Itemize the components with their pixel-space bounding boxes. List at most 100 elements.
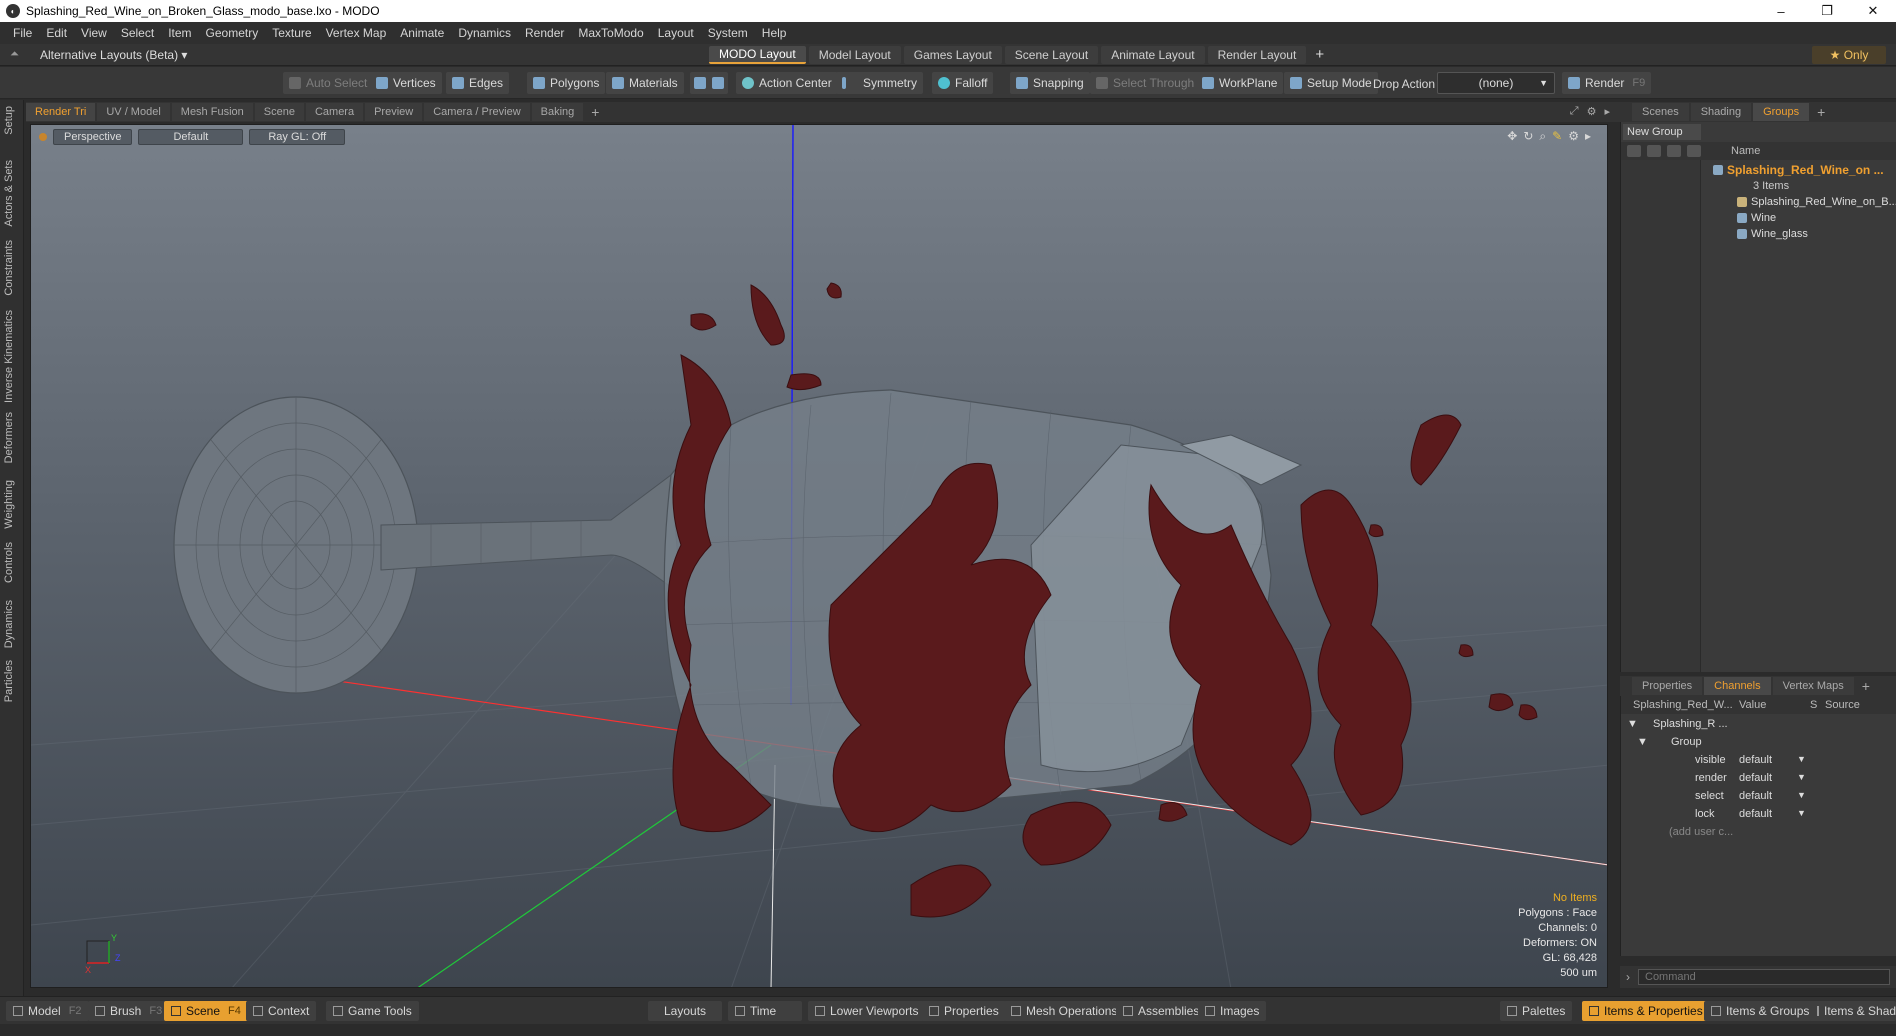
snapping-button[interactable]: Snapping [1010, 72, 1090, 94]
side-tab-dynamics[interactable]: Dynamics [3, 600, 15, 648]
falloff-button[interactable]: Falloff [932, 72, 994, 94]
tab-games-layout[interactable]: Games Layout [903, 46, 1002, 64]
side-tab-deformers[interactable]: Deformers [3, 412, 15, 463]
edges-button[interactable]: Edges [446, 72, 510, 94]
side-tab-constraints[interactable]: Constraints [3, 240, 15, 296]
add-panel-tab-button[interactable]: + [1817, 104, 1825, 120]
add-properties-tab-button[interactable]: + [1862, 678, 1870, 694]
menu-file[interactable]: File [6, 26, 39, 40]
tab-render-layout[interactable]: Render Layout [1207, 46, 1307, 64]
tab-uv-model[interactable]: UV / Model [97, 103, 170, 121]
chevron-down-icon[interactable]: ▼ [1797, 754, 1806, 764]
perspective-button[interactable]: Perspective [53, 129, 133, 145]
viewport-indicator-icon[interactable] [39, 133, 47, 141]
arrow-right-icon[interactable]: ▸ [1585, 129, 1591, 144]
add-viewport-tab-button[interactable]: + [591, 104, 599, 120]
element-mode-button[interactable] [690, 72, 728, 94]
chevron-down-icon[interactable]: ▼ [1797, 808, 1806, 818]
tab-model-layout[interactable]: Model Layout [808, 46, 901, 64]
setup-mode-button[interactable]: Setup Mode [1284, 72, 1378, 94]
action-center-button[interactable]: Action Center [736, 72, 838, 94]
menu-geometry[interactable]: Geometry [199, 26, 266, 40]
command-input[interactable] [1638, 969, 1890, 985]
restore-button[interactable]: ❐ [1804, 0, 1850, 22]
tab-baking[interactable]: Baking [531, 103, 584, 121]
select-through-button[interactable]: Select Through [1090, 72, 1201, 94]
brush-mode-button[interactable]: Brush F3 [88, 1001, 170, 1021]
menu-layout[interactable]: Layout [651, 26, 701, 40]
table-row[interactable]: lock default ▼ [1621, 806, 1896, 824]
channel-value-column[interactable]: Value [1739, 699, 1766, 711]
lock-icon[interactable] [1687, 145, 1701, 157]
time-button[interactable]: Time [728, 1001, 803, 1021]
images-button[interactable]: Images [1198, 1001, 1267, 1021]
items-properties-button[interactable]: Items & Properties [1582, 1001, 1710, 1021]
expand-arrow-icon[interactable]: ▼ [1637, 736, 1648, 748]
side-tab-controls[interactable]: Controls [3, 542, 15, 583]
auto-select-button[interactable]: Auto Select [283, 72, 374, 94]
chevron-down-icon[interactable]: ▼ [1797, 772, 1806, 782]
raygl-button[interactable]: Ray GL: Off [249, 129, 346, 145]
menu-animate[interactable]: Animate [393, 26, 451, 40]
menu-view[interactable]: View [74, 26, 114, 40]
default-shading-button[interactable]: Default [138, 129, 244, 145]
game-tools-button[interactable]: Game Tools [326, 1001, 419, 1021]
close-button[interactable]: ✕ [1850, 0, 1896, 22]
group-row[interactable]: Splashing_Red_Wine_on ... [1713, 162, 1884, 178]
channel-s-column[interactable]: S [1810, 699, 1817, 711]
channel-group-row[interactable]: ▼ Group [1621, 734, 1896, 752]
polygons-button[interactable]: Polygons [527, 72, 606, 94]
gear-icon[interactable]: ⚙ [1587, 105, 1597, 118]
tab-preview[interactable]: Preview [365, 103, 423, 121]
gear-icon[interactable]: ⚙ [1568, 129, 1579, 144]
only-button[interactable]: ★ Only [1812, 46, 1886, 64]
tab-properties[interactable]: Properties [1632, 677, 1703, 695]
menu-texture[interactable]: Texture [265, 26, 318, 40]
channel-name-column[interactable]: Splashing_Red_W... [1633, 699, 1733, 711]
assemblies-button[interactable]: Assemblies [1116, 1001, 1207, 1021]
materials-button[interactable]: Materials [606, 72, 684, 94]
lower-viewports-button[interactable]: Lower Viewports [808, 1001, 926, 1021]
rotate-icon[interactable]: ↻ [1523, 129, 1533, 144]
items-groups-button[interactable]: Items & Groups [1704, 1001, 1817, 1021]
workplane-button[interactable]: WorkPlane [1196, 72, 1284, 94]
select-toggle-icon[interactable] [1667, 145, 1681, 157]
expand-arrow-icon[interactable]: ▼ [1627, 718, 1638, 730]
tab-groups[interactable]: Groups [1753, 103, 1810, 121]
chevron-down-icon[interactable]: ▼ [1797, 790, 1806, 800]
side-tab-inverse-kinematics[interactable]: Inverse Kinematics [3, 310, 15, 403]
table-row[interactable]: select default ▼ [1621, 788, 1896, 806]
tab-mesh-fusion[interactable]: Mesh Fusion [171, 103, 253, 121]
vertices-button[interactable]: Vertices [370, 72, 442, 94]
tab-animate-layout[interactable]: Animate Layout [1101, 46, 1205, 64]
zoom-icon[interactable]: ⌕ [1539, 129, 1546, 144]
scene-mode-button[interactable]: Scene F4 [164, 1001, 248, 1021]
mesh-operations-button[interactable]: Mesh Operations [1004, 1001, 1125, 1021]
arrow-right-icon[interactable]: ▸ [1604, 105, 1610, 118]
tab-scenes[interactable]: Scenes [1632, 103, 1689, 121]
drop-action-select[interactable]: (none) ▼ [1437, 72, 1555, 94]
add-user-channel-row[interactable]: (add user c... [1621, 824, 1896, 842]
list-item[interactable]: Splashing_Red_Wine_on_B... [1737, 194, 1896, 210]
items-shading-button[interactable]: Items & Shadi [1810, 1001, 1896, 1021]
tab-modo-layout[interactable]: MODO Layout [709, 46, 806, 64]
side-tab-setup[interactable]: Setup [3, 106, 15, 135]
model-mode-button[interactable]: Model F2 [6, 1001, 89, 1021]
eye-icon[interactable] [1627, 145, 1641, 157]
new-group-button[interactable]: New Group [1623, 124, 1701, 140]
brush-icon[interactable]: ✎ [1552, 129, 1562, 144]
pan-icon[interactable]: ✥ [1507, 129, 1517, 144]
menu-item[interactable]: Item [161, 26, 198, 40]
side-tab-particles[interactable]: Particles [3, 660, 15, 702]
menu-maxtomodo[interactable]: MaxToModo [571, 26, 650, 40]
context-button[interactable]: Context [246, 1001, 317, 1021]
channel-source-column[interactable]: Source [1825, 699, 1860, 711]
tab-scene[interactable]: Scene [254, 103, 304, 121]
channel-item-row[interactable]: ▼ Splashing_R ... [1621, 716, 1896, 734]
menu-help[interactable]: Help [755, 26, 794, 40]
tab-vertex-maps[interactable]: Vertex Maps [1772, 677, 1854, 695]
layouts-button[interactable]: Layouts [648, 1001, 723, 1021]
tab-shading[interactable]: Shading [1690, 103, 1752, 121]
add-layout-button[interactable]: + [1315, 46, 1324, 64]
name-column-header[interactable]: Name [1731, 145, 1760, 157]
